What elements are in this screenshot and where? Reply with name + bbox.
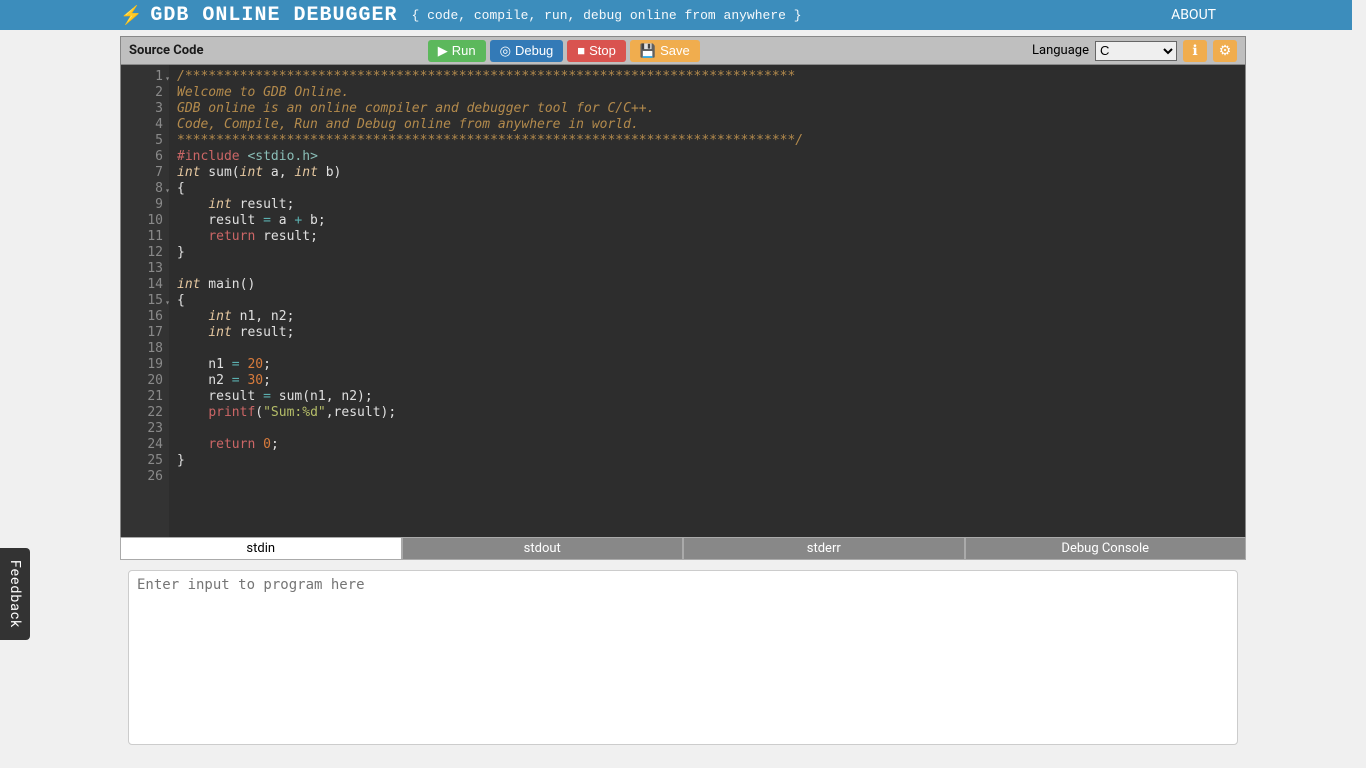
code-line[interactable]: { (177, 181, 803, 197)
code-line[interactable]: { (177, 293, 803, 309)
code-line[interactable] (177, 341, 803, 357)
bolt-icon: ⚡ (120, 5, 142, 26)
line-number: 18 (121, 341, 163, 357)
code-line[interactable]: Welcome to GDB Online. (177, 85, 803, 101)
line-number: 21 (121, 389, 163, 405)
line-number: 13 (121, 261, 163, 277)
code-line[interactable]: ****************************************… (177, 133, 803, 149)
line-number: 2 (121, 85, 163, 101)
about-link[interactable]: ABOUT (1171, 7, 1216, 23)
fold-icon[interactable]: ▾ (165, 71, 170, 87)
stop-label: Stop (589, 43, 616, 58)
line-number: 12 (121, 245, 163, 261)
line-number: 15▾ (121, 293, 163, 309)
save-button[interactable]: 💾 Save (630, 40, 700, 62)
line-number: 14 (121, 277, 163, 293)
run-label: Run (452, 43, 476, 58)
code-line[interactable]: /***************************************… (177, 69, 803, 85)
line-number: 3 (121, 101, 163, 117)
settings-button[interactable]: ⚙ (1213, 40, 1237, 62)
stop-button[interactable]: ■ Stop (567, 40, 626, 62)
code-line[interactable]: GDB online is an online compiler and deb… (177, 101, 803, 117)
code-line[interactable] (177, 261, 803, 277)
code-line[interactable]: } (177, 245, 803, 261)
line-number: 20 (121, 373, 163, 389)
info-button[interactable]: ℹ (1183, 40, 1207, 62)
code-line[interactable]: int n1, n2; (177, 309, 803, 325)
line-number: 11 (121, 229, 163, 245)
debug-button[interactable]: ◎ Debug (490, 40, 564, 62)
line-number: 23 (121, 421, 163, 437)
logo-text: GDB ONLINE DEBUGGER (150, 4, 397, 27)
play-icon: ▶ (438, 43, 448, 59)
tab-debug-console[interactable]: Debug Console (965, 537, 1247, 560)
logo[interactable]: ⚡ GDB ONLINE DEBUGGER (120, 4, 397, 27)
code-line[interactable]: #include <stdio.h> (177, 149, 803, 165)
line-number: 7 (121, 165, 163, 181)
line-number: 6 (121, 149, 163, 165)
bottom-tabs: stdin stdout stderr Debug Console (120, 537, 1246, 560)
line-number: 4 (121, 117, 163, 133)
info-icon: ℹ (1192, 42, 1197, 59)
fold-icon[interactable]: ▾ (165, 183, 170, 199)
run-button[interactable]: ▶ Run (428, 40, 486, 62)
feedback-tab[interactable]: Feedback (0, 548, 30, 640)
line-number: 1▾ (121, 69, 163, 85)
code-line[interactable]: return result; (177, 229, 803, 245)
language-select[interactable]: C (1095, 41, 1177, 61)
line-number: 9 (121, 197, 163, 213)
line-number-gutter: 1▾2345678▾9101112131415▾1617181920212223… (121, 65, 169, 537)
line-number: 24 (121, 437, 163, 453)
line-number: 22 (121, 405, 163, 421)
code-line[interactable]: result = a + b; (177, 213, 803, 229)
tab-stderr[interactable]: stderr (683, 537, 965, 560)
gear-icon: ⚙ (1219, 42, 1232, 59)
code-line[interactable]: return 0; (177, 437, 803, 453)
language-label: Language (1032, 43, 1089, 58)
code-line[interactable]: result = sum(n1, n2); (177, 389, 803, 405)
line-number: 5 (121, 133, 163, 149)
page-header: ⚡ GDB ONLINE DEBUGGER { code, compile, r… (0, 0, 1366, 30)
save-icon: 💾 (640, 43, 656, 59)
save-label: Save (660, 43, 690, 58)
line-number: 26 (121, 469, 163, 485)
line-number: 10 (121, 213, 163, 229)
code-editor[interactable]: 1▾2345678▾9101112131415▾1617181920212223… (120, 64, 1246, 538)
code-line[interactable] (177, 421, 803, 437)
tagline: { code, compile, run, debug online from … (411, 8, 801, 23)
code-line[interactable]: Code, Compile, Run and Debug online from… (177, 117, 803, 133)
target-icon: ◎ (500, 43, 511, 59)
code-line[interactable]: n2 = 30; (177, 373, 803, 389)
line-number: 17 (121, 325, 163, 341)
line-number: 8▾ (121, 181, 163, 197)
code-line[interactable]: int result; (177, 197, 803, 213)
code-line[interactable]: int main() (177, 277, 803, 293)
page-scrollbar[interactable] (1352, 0, 1366, 768)
line-number: 16 (121, 309, 163, 325)
code-line[interactable]: int sum(int a, int b) (177, 165, 803, 181)
fold-icon[interactable]: ▾ (165, 295, 170, 311)
code-line[interactable]: printf("Sum:%d",result); (177, 405, 803, 421)
toolbar: Source Code ▶ Run ◎ Debug ■ Stop 💾 Save … (120, 36, 1246, 64)
tab-stdin[interactable]: stdin (120, 537, 402, 560)
line-number: 25 (121, 453, 163, 469)
debug-label: Debug (515, 43, 553, 58)
code-line[interactable] (177, 469, 803, 485)
line-number: 19 (121, 357, 163, 373)
code-line[interactable]: } (177, 453, 803, 469)
code-line[interactable]: int result; (177, 325, 803, 341)
stdin-input[interactable] (128, 570, 1238, 745)
stop-icon: ■ (577, 43, 585, 58)
tab-stdout[interactable]: stdout (402, 537, 684, 560)
code-area[interactable]: /***************************************… (169, 65, 803, 537)
source-code-label: Source Code (129, 43, 203, 58)
code-line[interactable]: n1 = 20; (177, 357, 803, 373)
